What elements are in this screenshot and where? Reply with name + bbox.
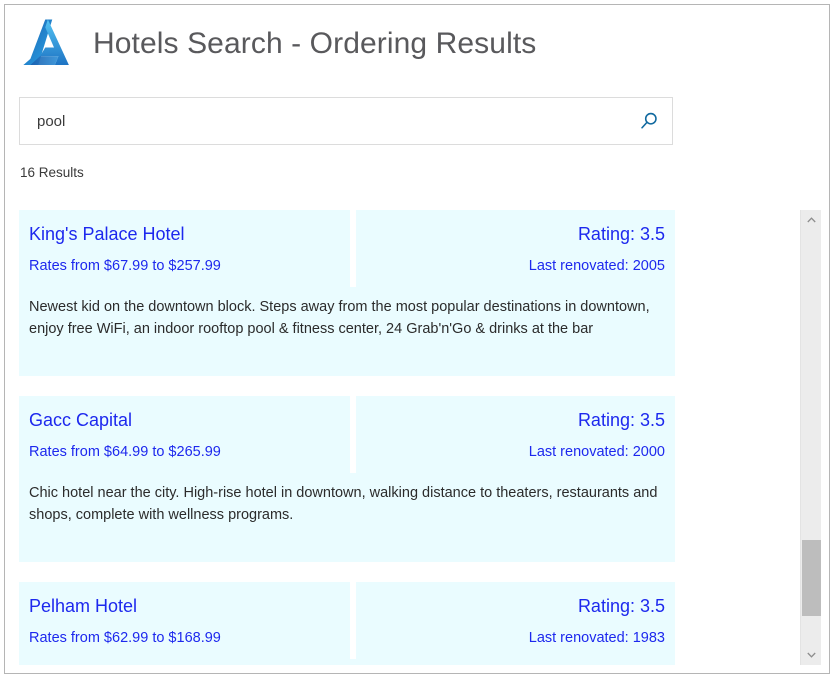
hotel-name[interactable]: Pelham Hotel (29, 594, 340, 618)
hotel-name[interactable]: King's Palace Hotel (29, 222, 340, 246)
hotel-renovated: Last renovated: 1983 (366, 627, 665, 649)
result-card[interactable]: Gacc Capital Rates from $64.99 to $265.9… (19, 396, 675, 562)
search-input[interactable] (20, 99, 626, 143)
hotel-description: Chic hotel near the city. High-rise hote… (19, 473, 675, 562)
results-count: 16 Results (20, 165, 84, 180)
chevron-up-icon (807, 217, 816, 223)
card-summary: Gacc Capital Rates from $64.99 to $265.9… (19, 396, 675, 473)
hotel-renovated: Last renovated: 2000 (366, 441, 665, 463)
results-list: King's Palace Hotel Rates from $67.99 to… (19, 210, 675, 665)
card-right-column: Rating: 3.5 Last renovated: 1983 (356, 582, 675, 659)
card-right-column: Rating: 3.5 Last renovated: 2005 (356, 210, 675, 287)
results-scrollbar[interactable] (800, 210, 821, 665)
hotel-rating: Rating: 3.5 (366, 222, 665, 246)
hotel-description: Newest kid on the downtown block. Steps … (19, 287, 675, 376)
app-header: Hotels Search - Ordering Results (19, 11, 536, 77)
result-card[interactable]: King's Palace Hotel Rates from $67.99 to… (19, 210, 675, 376)
app-content: Hotels Search - Ordering Results 16 Resu… (5, 5, 829, 673)
scrollbar-thumb[interactable] (802, 540, 821, 616)
hotel-renovated: Last renovated: 2005 (366, 255, 665, 277)
azure-logo-icon (19, 16, 75, 72)
hotel-rates: Rates from $64.99 to $265.99 (29, 441, 340, 463)
card-left-column: Pelham Hotel Rates from $62.99 to $168.9… (19, 582, 350, 659)
hotel-rates: Rates from $67.99 to $257.99 (29, 255, 340, 277)
search-button[interactable] (626, 98, 672, 144)
hotel-rates: Rates from $62.99 to $168.99 (29, 627, 340, 649)
scroll-up-button[interactable] (801, 210, 821, 230)
card-left-column: King's Palace Hotel Rates from $67.99 to… (19, 210, 350, 287)
scroll-down-button[interactable] (801, 645, 821, 665)
result-card[interactable]: Pelham Hotel Rates from $62.99 to $168.9… (19, 582, 675, 665)
page-title: Hotels Search - Ordering Results (93, 27, 536, 61)
hotel-description (19, 659, 675, 665)
card-left-column: Gacc Capital Rates from $64.99 to $265.9… (19, 396, 350, 473)
card-summary: King's Palace Hotel Rates from $67.99 to… (19, 210, 675, 287)
card-right-column: Rating: 3.5 Last renovated: 2000 (356, 396, 675, 473)
hotel-rating: Rating: 3.5 (366, 408, 665, 432)
app-window: Hotels Search - Ordering Results 16 Resu… (4, 4, 830, 674)
hotel-rating: Rating: 3.5 (366, 594, 665, 618)
search-icon (638, 110, 660, 132)
chevron-down-icon (807, 652, 816, 658)
search-bar[interactable] (19, 97, 673, 145)
hotel-name[interactable]: Gacc Capital (29, 408, 340, 432)
card-summary: Pelham Hotel Rates from $62.99 to $168.9… (19, 582, 675, 659)
